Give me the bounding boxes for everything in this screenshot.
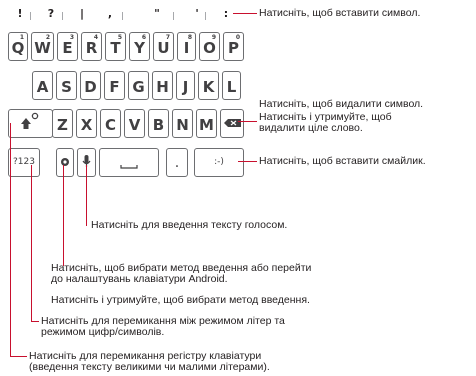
leader-mode-v xyxy=(31,165,32,322)
key-f[interactable]: F xyxy=(104,71,125,100)
separator xyxy=(122,12,123,20)
mode-switch-key[interactable]: ?123 xyxy=(8,148,40,177)
annotation-mode-switch-2: режимом цифр/символів. xyxy=(41,326,165,338)
key-label: U xyxy=(157,39,170,57)
symbol-question[interactable]: ? xyxy=(44,7,58,20)
period-label: . xyxy=(174,155,180,171)
annotation-insert-symbol: Натисніть, щоб вставити символ. xyxy=(259,7,421,19)
key-label: A xyxy=(36,78,49,96)
space-bar-icon xyxy=(120,165,138,169)
key-k[interactable]: K xyxy=(198,71,219,100)
key-m[interactable]: M xyxy=(196,109,217,138)
key-w[interactable]: 2W xyxy=(31,32,54,61)
annotation-input-method-2: до налаштувань клавіатури Android. xyxy=(51,273,228,285)
annotation-voice: Натисніть для введення тексту голосом. xyxy=(91,219,288,231)
key-label: Q xyxy=(11,39,25,57)
key-g[interactable]: G xyxy=(128,71,149,100)
leader-input-method-v xyxy=(63,165,64,266)
delete-key[interactable] xyxy=(220,109,244,138)
smiley-key[interactable]: :-) xyxy=(194,148,244,177)
separator xyxy=(173,12,174,20)
key-label: N xyxy=(176,116,189,134)
leader-voice-v xyxy=(86,165,87,226)
key-label: K xyxy=(202,78,215,96)
symbol-single-quote[interactable]: ' xyxy=(190,7,204,20)
key-b[interactable]: B xyxy=(148,109,169,138)
input-method-key[interactable] xyxy=(56,148,74,177)
key-o[interactable]: 9O xyxy=(199,32,220,61)
key-x[interactable]: X xyxy=(76,109,97,138)
leader-mode-h xyxy=(31,321,39,322)
leader-smiley xyxy=(238,161,257,162)
key-e[interactable]: 3E xyxy=(57,32,78,61)
key-label: W xyxy=(34,39,51,57)
leader-delete xyxy=(238,121,257,122)
separator xyxy=(30,12,31,20)
key-label: L xyxy=(226,78,237,96)
key-label: B xyxy=(152,116,165,134)
leader-shift-v xyxy=(10,123,11,357)
settings-gear-icon xyxy=(61,158,69,166)
key-p[interactable]: 0P xyxy=(223,32,244,61)
key-label: J xyxy=(182,78,189,96)
key-c[interactable]: C xyxy=(100,109,121,138)
key-label: D xyxy=(84,78,97,96)
key-label: C xyxy=(104,116,116,134)
leader-shift-h xyxy=(10,356,27,357)
annotation-hold-input-method: Натисніть і утримуйте, щоб вибрати метод… xyxy=(51,294,310,306)
key-i[interactable]: 8I xyxy=(177,32,196,61)
smiley-label: :-) xyxy=(214,157,224,167)
key-h[interactable]: H xyxy=(152,71,173,100)
key-label: E xyxy=(62,39,73,57)
annotation-delete-word-2: видалити ціле слово. xyxy=(259,122,363,134)
key-label: S xyxy=(61,78,72,96)
key-label: Z xyxy=(57,116,68,134)
symbol-double-quote[interactable]: " xyxy=(150,7,164,20)
mode-switch-label: ?123 xyxy=(13,157,35,167)
symbol-pipe[interactable]: | xyxy=(75,7,89,20)
key-label: Y xyxy=(134,39,145,57)
shift-arrow-icon xyxy=(21,112,39,129)
leader-insert-symbol xyxy=(233,13,257,14)
key-a[interactable]: A xyxy=(32,71,53,100)
key-j[interactable]: J xyxy=(176,71,195,100)
key-n[interactable]: N xyxy=(172,109,193,138)
symbol-comma[interactable]: , xyxy=(103,7,117,20)
key-v[interactable]: V xyxy=(124,109,145,138)
key-t[interactable]: 5T xyxy=(105,32,126,61)
key-y[interactable]: 6Y xyxy=(129,32,150,61)
key-label: V xyxy=(128,116,141,134)
key-label: M xyxy=(199,116,214,134)
key-label: O xyxy=(203,39,216,57)
separator xyxy=(205,12,206,20)
key-label: R xyxy=(85,39,98,57)
key-s[interactable]: S xyxy=(56,71,77,100)
key-label: P xyxy=(228,39,239,57)
annotation-insert-smiley: Натисніть, щоб вставити смайлик. xyxy=(259,155,426,167)
key-label: H xyxy=(156,78,169,96)
key-z[interactable]: Z xyxy=(52,109,73,138)
key-l[interactable]: L xyxy=(222,71,241,100)
period-key[interactable]: . xyxy=(166,148,188,177)
key-label: I xyxy=(183,39,190,57)
key-r[interactable]: 4R xyxy=(81,32,102,61)
key-label: T xyxy=(110,39,121,57)
space-key[interactable] xyxy=(99,148,159,177)
backspace-icon xyxy=(224,119,241,127)
symbol-exclamation[interactable]: ! xyxy=(13,7,27,20)
key-label: X xyxy=(80,116,93,134)
separator xyxy=(62,12,63,20)
annotation-delete-char: Натисніть, щоб видалити символ. xyxy=(259,98,424,110)
shift-key[interactable] xyxy=(8,109,53,138)
key-d[interactable]: D xyxy=(80,71,101,100)
key-q[interactable]: 1Q xyxy=(8,32,28,61)
annotation-shift-2: (введення тексту великими чи малими літе… xyxy=(29,361,270,373)
key-label: G xyxy=(132,78,145,96)
symbol-colon[interactable]: : xyxy=(219,7,233,20)
key-label: F xyxy=(109,78,120,96)
key-u[interactable]: 7U xyxy=(153,32,174,61)
